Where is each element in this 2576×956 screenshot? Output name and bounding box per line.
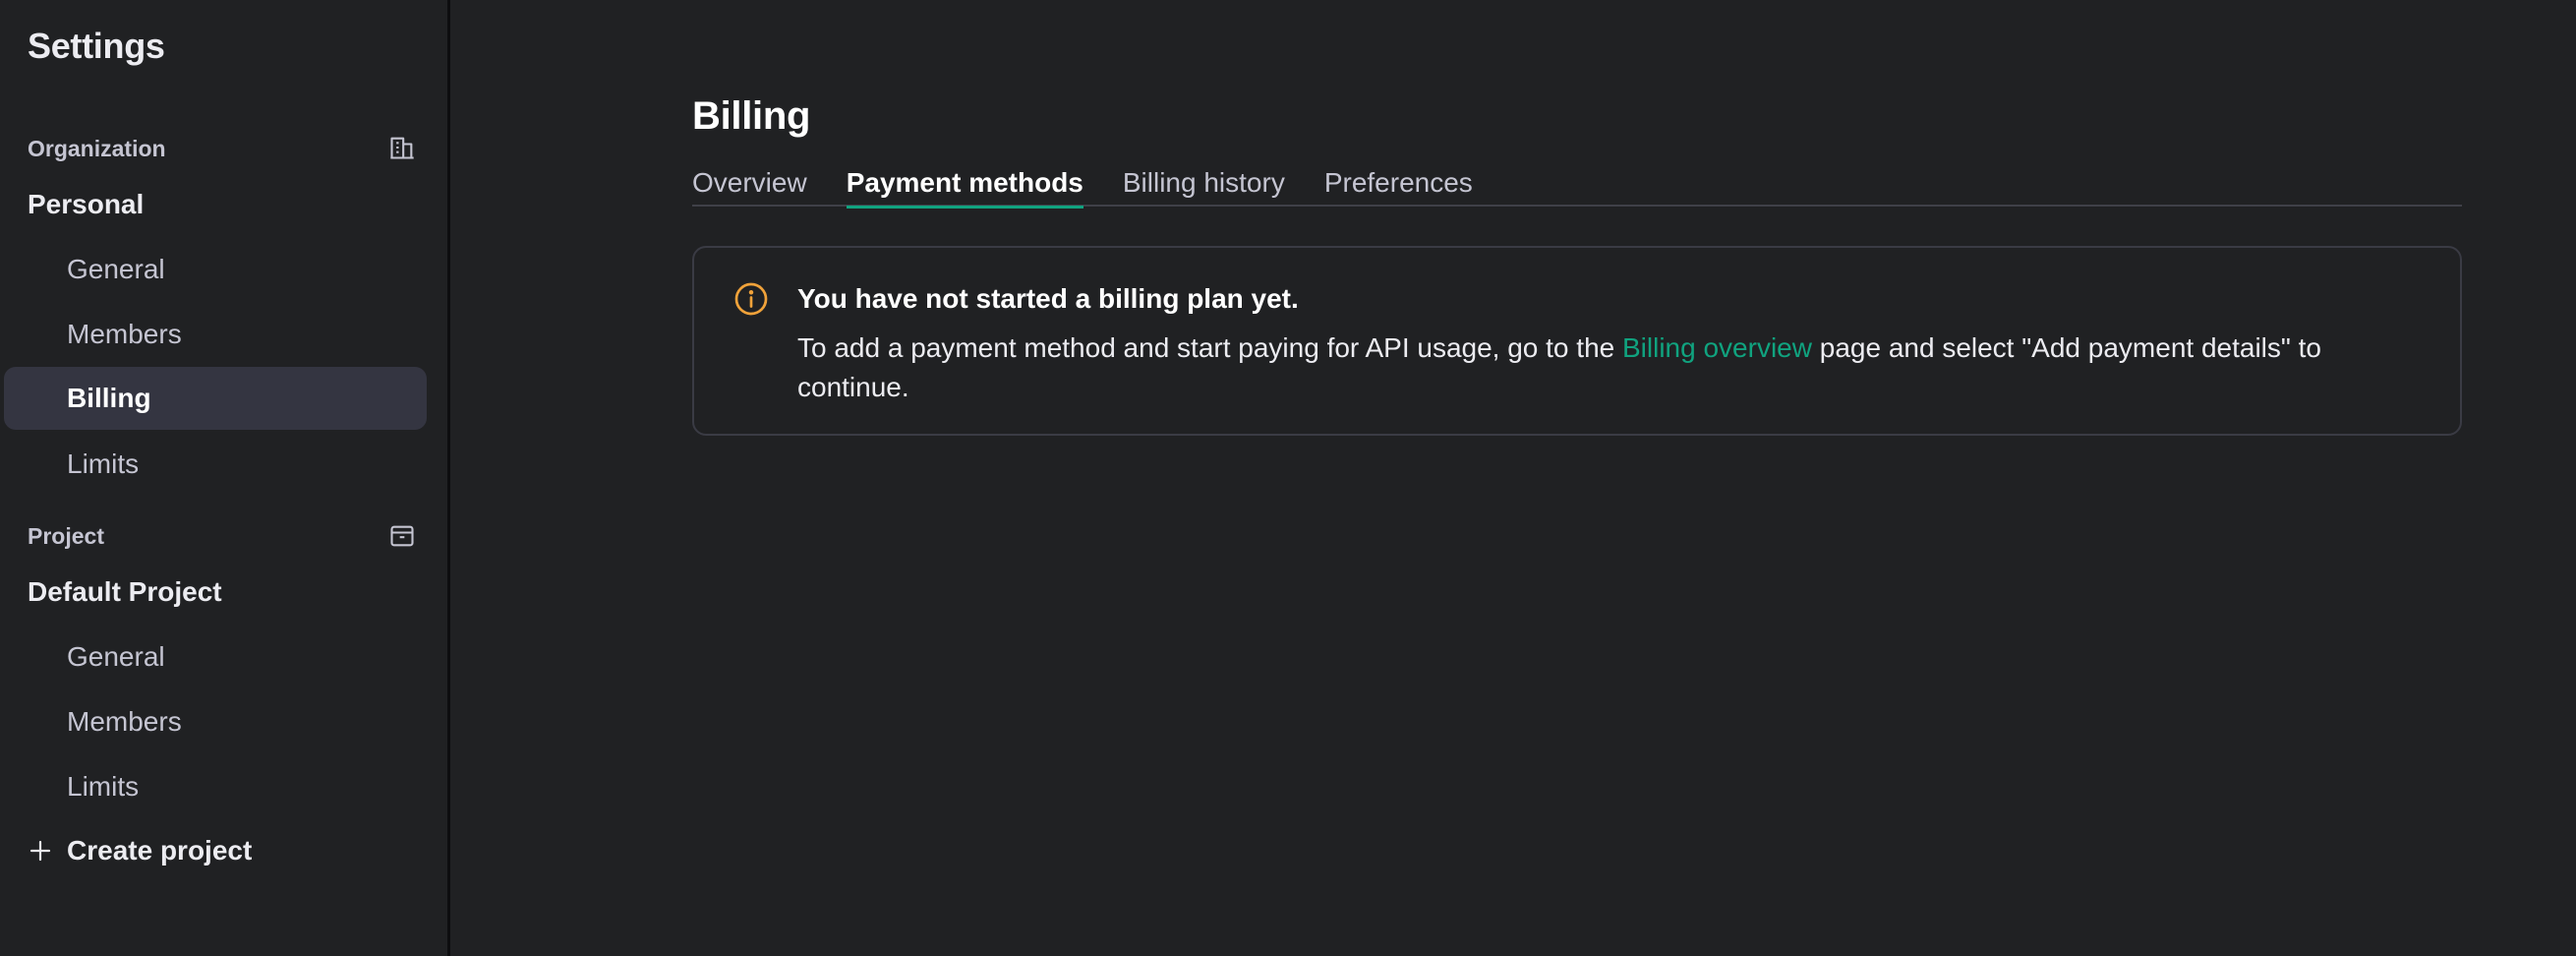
sidebar-item-project-general[interactable]: General — [4, 626, 427, 688]
sidebar-item-org-members[interactable]: Members — [4, 303, 427, 366]
notice-body: To add a payment method and start paying… — [797, 329, 2371, 407]
tab-billing-history[interactable]: Billing history — [1123, 163, 1285, 207]
sidebar-item-project-members[interactable]: Members — [4, 690, 427, 753]
plus-icon — [28, 838, 53, 864]
project-name[interactable]: Default Project — [28, 576, 222, 608]
sidebar-item-label: General — [67, 641, 165, 672]
sidebar-item-org-billing[interactable]: Billing — [4, 367, 427, 430]
info-icon — [733, 281, 769, 317]
settings-app: Settings Organization Personal General M… — [0, 0, 2576, 956]
project-section-label: Project — [28, 523, 104, 549]
sidebar-item-org-limits[interactable]: Limits — [4, 433, 427, 496]
sidebar-title: Settings — [28, 26, 165, 66]
archive-box-icon[interactable] — [387, 521, 417, 551]
create-project-button[interactable]: Create project — [28, 828, 252, 873]
billing-notice: You have not started a billing plan yet.… — [692, 246, 2462, 436]
page-title: Billing — [692, 94, 811, 138]
sidebar-item-label: Limits — [67, 771, 140, 802]
sidebar-item-project-limits[interactable]: Limits — [4, 755, 427, 818]
sidebar: Settings Organization Personal General M… — [0, 0, 450, 956]
tab-payment-methods[interactable]: Payment methods — [846, 163, 1084, 209]
tab-overview[interactable]: Overview — [692, 163, 807, 207]
organization-section-label: Organization — [28, 136, 166, 161]
sidebar-item-label: Billing — [67, 383, 151, 413]
sidebar-item-org-general[interactable]: General — [4, 238, 427, 301]
sidebar-item-label: General — [67, 254, 165, 284]
notice-title: You have not started a billing plan yet. — [797, 283, 1299, 314]
billing-tabs: Overview Payment methods Billing history… — [692, 163, 2462, 209]
organization-name[interactable]: Personal — [28, 189, 144, 220]
sidebar-item-label: Limits — [67, 448, 140, 479]
sidebar-item-label: Members — [67, 706, 182, 737]
create-project-label: Create project — [67, 835, 253, 866]
main-content: Billing Overview Payment methods Billing… — [453, 0, 2576, 956]
notice-text-before: To add a payment method and start paying… — [797, 332, 1622, 363]
building-icon[interactable] — [387, 133, 417, 162]
tab-preferences[interactable]: Preferences — [1324, 163, 1473, 207]
sidebar-item-label: Members — [67, 319, 182, 349]
billing-overview-link[interactable]: Billing overview — [1622, 332, 1812, 363]
